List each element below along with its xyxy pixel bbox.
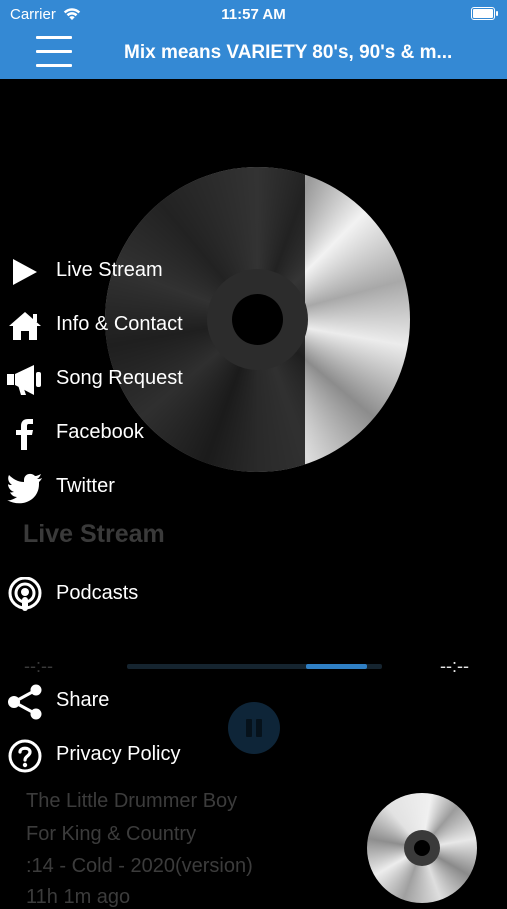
- menu-item-song-request[interactable]: Song Request: [0, 356, 300, 402]
- podcast-icon: [8, 577, 42, 611]
- menu-item-label: Podcasts: [56, 582, 139, 604]
- menu-item-label: Song Request: [56, 367, 183, 389]
- progress-bar[interactable]: [127, 664, 382, 669]
- menu-toggle-icon[interactable]: [36, 36, 72, 68]
- remaining-time: --:--: [440, 656, 469, 676]
- track-album: :14 - Cold - 2020(version): [26, 855, 253, 877]
- menu-item-label: Share: [56, 689, 110, 711]
- megaphone-icon: [7, 365, 41, 395]
- menu-item-twitter[interactable]: Twitter: [0, 464, 300, 510]
- track-artist: For King & Country: [26, 823, 197, 845]
- elapsed-time: --:--: [24, 656, 53, 676]
- menu-item-share[interactable]: Share: [0, 678, 300, 724]
- menu-item-label: Privacy Policy: [56, 743, 181, 765]
- album-art-cd: [367, 793, 477, 903]
- menu-item-label: Info & Contact: [56, 313, 183, 335]
- menu-item-facebook[interactable]: Facebook: [0, 410, 300, 456]
- track-time-ago: 11h 1m ago: [26, 886, 131, 908]
- section-title: Live Stream: [23, 520, 165, 548]
- page-title: Mix means VARIETY 80's, 90's & m...: [124, 42, 453, 63]
- battery-icon: [471, 7, 498, 20]
- facebook-icon: [16, 419, 33, 450]
- play-icon: [13, 259, 37, 285]
- nav-bar: Mix means VARIETY 80's, 90's & m...: [0, 28, 507, 79]
- clock: 11:57 AM: [221, 6, 286, 23]
- question-icon: [8, 739, 42, 773]
- menu-item-podcasts[interactable]: Podcasts: [0, 571, 300, 617]
- home-icon: [9, 312, 41, 340]
- menu-item-live-stream[interactable]: Live Stream: [0, 248, 300, 294]
- track-title: The Little Drummer Boy: [26, 790, 238, 812]
- menu-item-privacy-policy[interactable]: Privacy Policy: [0, 732, 300, 778]
- menu-item-info-contact[interactable]: Info & Contact: [0, 302, 300, 348]
- share-icon: [8, 684, 42, 720]
- menu-item-label: Live Stream: [56, 259, 163, 281]
- status-bar: Carrier 11:57 AM: [0, 0, 507, 28]
- menu-item-label: Twitter: [56, 475, 115, 497]
- menu-item-label: Facebook: [56, 421, 144, 443]
- progress-fill: [305, 664, 367, 669]
- twitter-icon: [7, 473, 42, 504]
